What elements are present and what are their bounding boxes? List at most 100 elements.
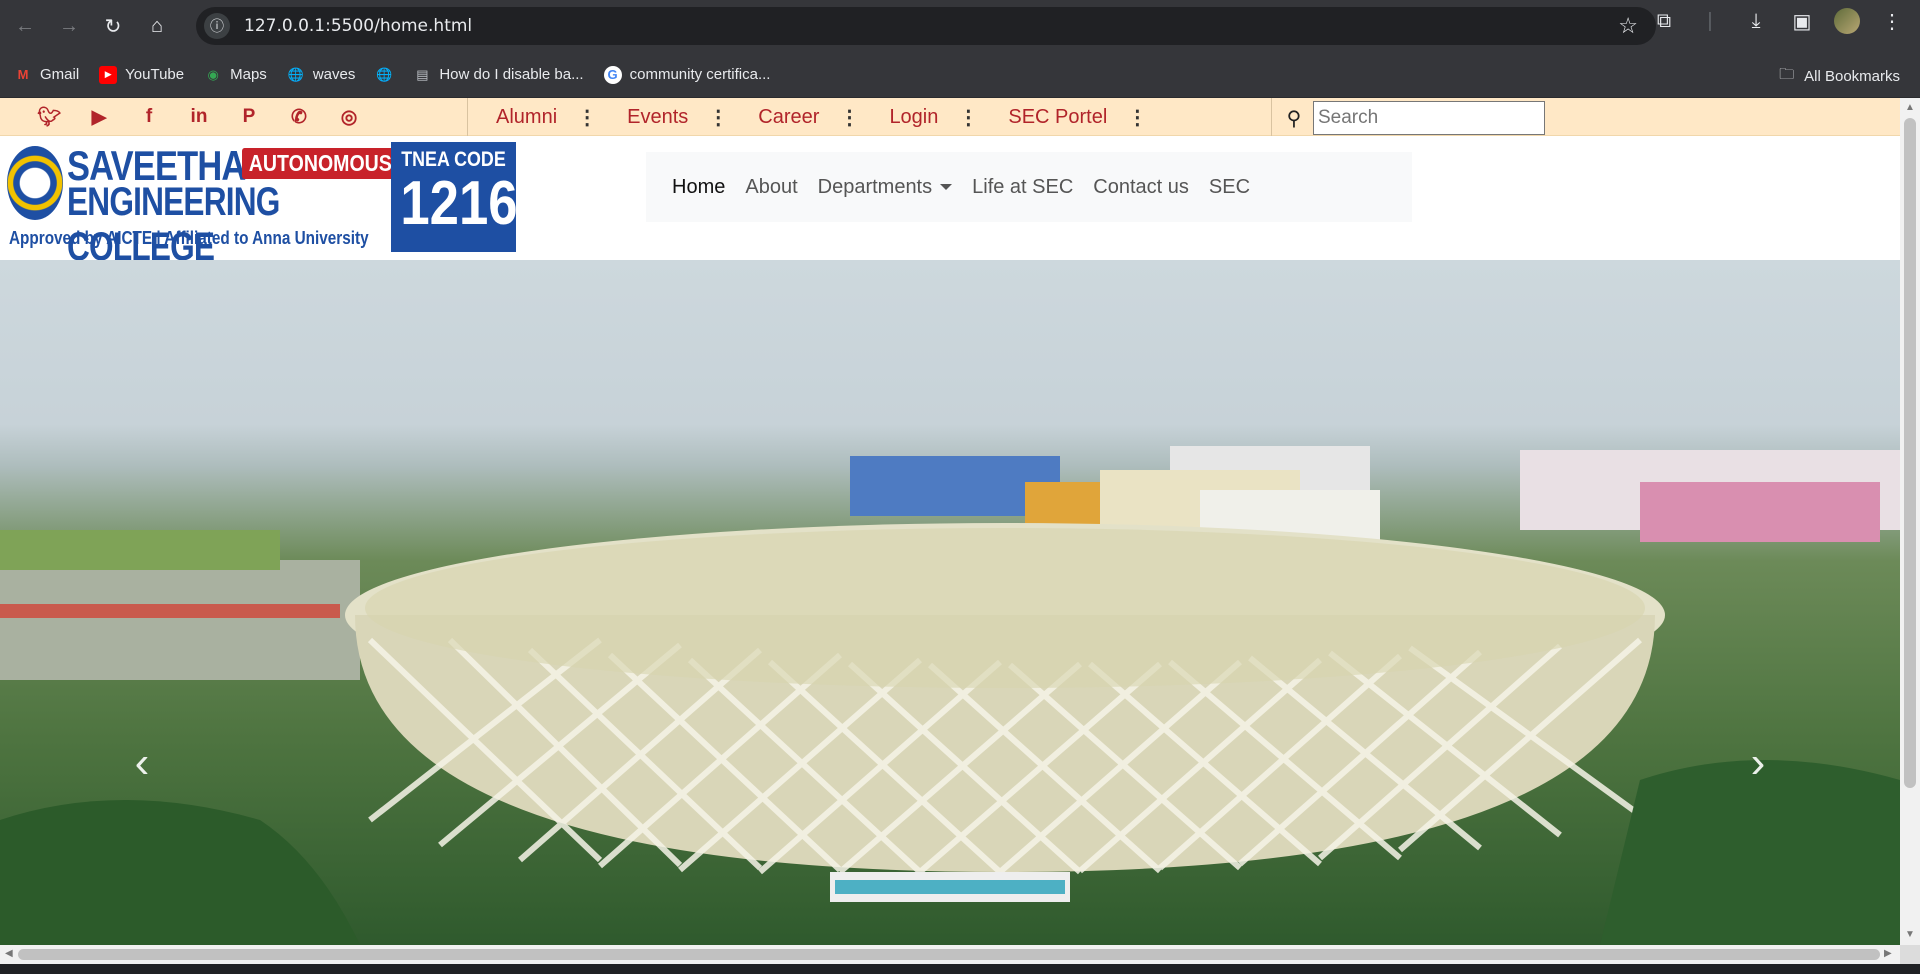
folder-icon: 🗀 <box>1779 66 1795 83</box>
bookmark-label: Gmail <box>40 66 80 83</box>
main-nav: Home About Departments Life at SEC Conta… <box>646 152 1412 222</box>
scrollbar-corner <box>1900 945 1920 964</box>
scrollbar-thumb[interactable] <box>18 949 1880 960</box>
scroll-right-icon[interactable]: ▶ <box>1884 948 1892 959</box>
reload-icon[interactable]: ↻ <box>94 7 132 45</box>
nav-departments[interactable]: Departments <box>818 176 953 199</box>
nav-life-at-sec[interactable]: Life at SEC <box>972 176 1073 199</box>
top-links: Alumni ⋮ Events ⋮ Career ⋮ Login ⋮ SEC P… <box>496 105 1177 130</box>
scroll-up-icon[interactable]: ▲ <box>1905 102 1915 113</box>
logo-tagline: Approved by AICTE | Affiliated to Anna U… <box>9 228 369 248</box>
chevron-down-icon <box>940 184 953 191</box>
tnea-code-badge: TNEA CODE 1216 <box>391 142 518 252</box>
nav-sec[interactable]: SEC <box>1209 176 1250 199</box>
kebab-icon[interactable]: ⋮ <box>839 105 859 130</box>
bookmark-label: Maps <box>230 66 267 83</box>
menu-kebab-icon[interactable]: ⋮ <box>1878 9 1906 34</box>
nav-home[interactable]: Home <box>672 176 725 199</box>
home-icon[interactable]: ⌂ <box>138 7 176 45</box>
divider <box>467 98 468 136</box>
facebook-icon[interactable]: f <box>136 105 162 129</box>
maps-icon: ◉ <box>207 66 219 82</box>
toplink-label: Career <box>758 106 820 128</box>
hero-carousel: ‹ › <box>0 260 1900 945</box>
bookmark-globe[interactable]: 🌐 <box>375 66 393 84</box>
divider <box>1271 98 1272 136</box>
bookmark-label: How do I disable ba... <box>439 66 584 83</box>
side-panel-icon[interactable]: ▣ <box>1788 9 1816 34</box>
college-emblem <box>7 146 63 220</box>
kebab-icon[interactable]: ⋮ <box>1127 105 1147 130</box>
toplink-label: SEC Portel <box>1008 106 1108 128</box>
globe-icon: 🌐 <box>376 66 393 82</box>
toplink-career[interactable]: Career ⋮ <box>758 105 859 130</box>
pinterest-icon[interactable]: P <box>236 105 262 129</box>
tnea-code: 1216 <box>400 169 518 238</box>
bookmark-label: YouTube <box>125 66 185 83</box>
kebab-icon[interactable]: ⋮ <box>708 105 728 130</box>
bookmark-maps[interactable]: ◉ Maps <box>204 66 267 84</box>
toplink-label: Events <box>627 106 689 128</box>
campus-image <box>0 446 1900 945</box>
bookmark-waves[interactable]: 🌐 waves <box>287 66 356 84</box>
toolbar-divider: | <box>1707 9 1713 32</box>
whatsapp-icon[interactable]: ✆ <box>286 105 312 129</box>
nav-contact[interactable]: Contact us <box>1093 176 1189 199</box>
browser-toolbar: ← → ↻ ⌂ ⓘ 127.0.0.1:5500/home.html ☆ ⧉ |… <box>0 0 1920 52</box>
youtube-icon: ▶ <box>99 65 118 84</box>
toplink-label: Login <box>889 106 939 128</box>
url-text[interactable]: 127.0.0.1:5500/home.html <box>244 16 472 36</box>
bookmark-how-do-i[interactable]: ▤ How do I disable ba... <box>413 66 583 84</box>
page-icon: ▤ <box>416 66 429 82</box>
site-header: SAVEETHA AUTONOMOUS ENGINEERING COLLEGE … <box>0 136 1900 269</box>
download-icon[interactable]: ⤓ <box>1742 10 1770 33</box>
globe-icon: 🌐 <box>287 66 304 82</box>
scroll-down-icon[interactable]: ▼ <box>1905 929 1915 940</box>
page-viewport: 🐦︎ ▶ f in P ✆ ◎ Alumni ⋮ Events ⋮ Career… <box>0 98 1900 945</box>
bookmark-gmail[interactable]: M Gmail <box>14 66 80 84</box>
toplink-sec-portel[interactable]: SEC Portel ⋮ <box>1008 105 1147 130</box>
college-logo[interactable]: SAVEETHA AUTONOMOUS ENGINEERING COLLEGE … <box>7 142 399 269</box>
bookmarks-bar: M Gmail ▶ YouTube ◉ Maps 🌐 waves 🌐 ▤ How… <box>0 52 1920 98</box>
carousel-prev-icon[interactable]: ‹ <box>117 738 167 788</box>
kebab-icon[interactable]: ⋮ <box>577 105 597 130</box>
bookmark-community[interactable]: G community certifica... <box>603 65 771 84</box>
google-icon: G <box>603 65 622 84</box>
window-bottom-edge <box>0 964 1920 974</box>
all-bookmarks-label: All Bookmarks <box>1804 68 1900 85</box>
toplink-alumni[interactable]: Alumni ⋮ <box>496 105 597 130</box>
all-bookmarks[interactable]: 🗀 All Bookmarks <box>1779 64 1900 89</box>
logo-name-line2: ENGINEERING COLLEGE <box>67 180 280 269</box>
scrollbar-thumb[interactable] <box>1904 118 1916 788</box>
address-bar[interactable]: ⓘ 127.0.0.1:5500/home.html ☆ <box>196 7 1656 45</box>
toplink-label: Alumni <box>496 106 558 128</box>
profile-avatar[interactable] <box>1834 8 1860 34</box>
search-icon[interactable]: ⚲ <box>1283 107 1305 130</box>
search-input[interactable] <box>1313 101 1545 135</box>
nav-about[interactable]: About <box>745 176 797 199</box>
instagram-icon[interactable]: ◎ <box>336 105 362 129</box>
site-info-icon[interactable]: ⓘ <box>204 13 230 39</box>
horizontal-scrollbar[interactable]: ◀ ▶ <box>0 945 1900 964</box>
search-area: ⚲ <box>1283 101 1545 135</box>
kebab-icon[interactable]: ⋮ <box>958 105 978 130</box>
utility-bar: 🐦︎ ▶ f in P ✆ ◎ Alumni ⋮ Events ⋮ Career… <box>0 98 1900 136</box>
toplink-events[interactable]: Events ⋮ <box>627 105 728 130</box>
forward-icon[interactable]: → <box>50 7 88 45</box>
gmail-icon: M <box>17 67 29 82</box>
vertical-scrollbar[interactable]: ▲ ▼ <box>1900 98 1920 945</box>
twitter-icon[interactable]: 🐦︎ <box>36 105 62 129</box>
extensions-icon[interactable]: ⧉ <box>1650 10 1678 33</box>
bookmark-label: community certifica... <box>629 66 771 83</box>
back-icon[interactable]: ← <box>6 7 44 45</box>
nav-departments-label: Departments <box>817 175 933 198</box>
bookmark-label: waves <box>312 66 356 83</box>
bookmark-youtube[interactable]: ▶ YouTube <box>99 65 185 84</box>
toplink-login[interactable]: Login ⋮ <box>889 105 978 130</box>
carousel-next-icon[interactable]: › <box>1733 738 1783 788</box>
linkedin-icon[interactable]: in <box>186 105 212 129</box>
youtube-icon[interactable]: ▶ <box>86 105 112 129</box>
bookmark-star-icon[interactable]: ☆ <box>1618 13 1638 39</box>
scroll-left-icon[interactable]: ◀ <box>5 948 13 959</box>
social-links: 🐦︎ ▶ f in P ✆ ◎ <box>36 105 362 129</box>
